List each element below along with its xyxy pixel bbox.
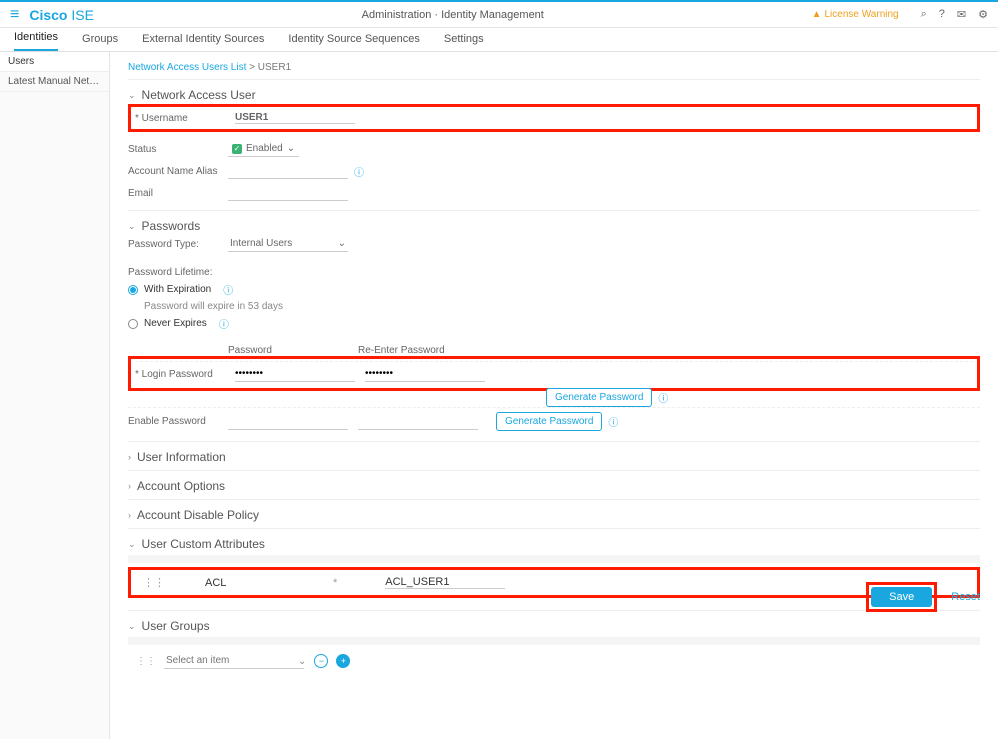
section-account-disable-policy[interactable]: ›Account Disable Policy (128, 508, 980, 522)
highlight-username: * Username USER1 (128, 104, 980, 132)
password-type-label: Password Type: (128, 239, 228, 250)
chevron-down-icon: ⌄ (128, 90, 136, 101)
chevron-down-icon: ⌄ (128, 621, 136, 632)
tab-identities[interactable]: Identities (14, 31, 58, 51)
password-lifetime-label: Password Lifetime: (128, 265, 980, 280)
reset-link[interactable]: Reset (951, 591, 980, 603)
section-user-information[interactable]: ›User Information (128, 450, 980, 464)
status-label: Status (128, 144, 228, 155)
section-user-groups[interactable]: ⌄User Groups (128, 619, 980, 633)
attribute-name: ACL (205, 577, 285, 589)
enable-password-input[interactable] (228, 414, 348, 430)
help-icon[interactable]: ? (939, 8, 945, 21)
info-icon[interactable]: ⓘ (608, 414, 618, 429)
chevron-right-icon: › (128, 452, 131, 462)
attribute-value[interactable]: ACL_USER1 (385, 576, 505, 589)
tab-settings[interactable]: Settings (444, 33, 484, 51)
settings-icon[interactable]: ⚙ (978, 8, 988, 21)
highlight-custom-attribute: ⋮⋮ ACL * ACL_USER1 (128, 567, 980, 598)
password-type-select[interactable]: Internal Users ⌄ (228, 236, 348, 252)
section-network-access-user[interactable]: ⌄Network Access User (128, 88, 980, 102)
sidebar-item-latest-scan[interactable]: Latest Manual Network Scan Res… (0, 72, 109, 92)
page-title: Administration · Identity Management (104, 9, 802, 21)
username-label: * Username (135, 113, 235, 124)
attributes-header-bar (128, 555, 980, 563)
group-select[interactable] (164, 653, 304, 669)
tab-id-sequences[interactable]: Identity Source Sequences (288, 33, 419, 51)
login-password-label: * Login Password (135, 369, 235, 380)
status-dropdown[interactable]: ✓Enabled ⌄ (228, 141, 299, 157)
breadcrumb-parent[interactable]: Network Access Users List (128, 62, 246, 73)
radio-never-expires[interactable] (128, 319, 138, 329)
col-reenter: Re-Enter Password (358, 345, 488, 356)
col-password: Password (228, 345, 358, 356)
required-star: * (333, 577, 337, 589)
section-passwords[interactable]: ⌄Passwords (128, 219, 980, 233)
login-password-input[interactable] (235, 366, 355, 382)
enable-password-reenter[interactable] (358, 414, 478, 430)
section-account-options[interactable]: ›Account Options (128, 479, 980, 493)
highlight-save: Save (866, 582, 937, 612)
chevron-right-icon: › (128, 510, 131, 520)
section-user-custom-attributes[interactable]: ⌄User Custom Attributes (128, 537, 980, 551)
info-icon[interactable]: ⓘ (658, 390, 668, 405)
drag-handle-icon[interactable]: ⋮⋮ (143, 576, 165, 589)
groups-header-bar (128, 637, 980, 645)
login-password-reenter[interactable] (365, 366, 485, 382)
email-label: Email (128, 188, 228, 199)
license-warning[interactable]: ▲ License Warning (812, 9, 899, 20)
menu-icon[interactable]: ≡ (10, 6, 19, 24)
search-icon[interactable]: ⌕ (921, 8, 927, 21)
chevron-down-icon: ⌄ (128, 221, 136, 232)
breadcrumb: Network Access Users List > USER1 (128, 62, 980, 73)
account-alias-label: Account Name Alias (128, 166, 228, 177)
brand-logo: Cisco ISE (29, 7, 94, 23)
info-icon[interactable]: ⓘ (354, 164, 364, 179)
chevron-down-icon: ⌄ (128, 539, 136, 550)
remove-group-button[interactable]: − (314, 654, 328, 668)
chevron-down-icon: ⌄ (338, 238, 346, 249)
highlight-login-password: * Login Password (128, 356, 980, 391)
tab-groups[interactable]: Groups (82, 33, 118, 51)
radio-with-expiration[interactable] (128, 285, 138, 295)
tab-external-sources[interactable]: External Identity Sources (142, 33, 264, 51)
info-icon[interactable]: ⓘ (219, 316, 229, 331)
info-icon[interactable]: ⓘ (223, 282, 233, 297)
drag-handle-icon[interactable]: ⋮⋮ (136, 656, 156, 667)
chevron-down-icon: ⌄ (298, 656, 306, 667)
enable-password-label: Enable Password (128, 416, 228, 427)
feedback-icon[interactable]: ✉ (957, 8, 966, 21)
password-expire-note: Password will expire in 53 days (144, 299, 980, 314)
generate-login-password-button[interactable]: Generate Password (546, 388, 652, 407)
account-alias-input[interactable] (228, 163, 348, 179)
save-button[interactable]: Save (871, 587, 932, 607)
add-group-button[interactable]: + (336, 654, 350, 668)
chevron-down-icon: ⌄ (287, 143, 295, 154)
generate-enable-password-button[interactable]: Generate Password (496, 412, 602, 431)
sidebar-item-users[interactable]: Users (0, 52, 109, 72)
username-value[interactable]: USER1 (235, 112, 355, 124)
chevron-right-icon: › (128, 481, 131, 491)
email-input[interactable] (228, 185, 348, 201)
